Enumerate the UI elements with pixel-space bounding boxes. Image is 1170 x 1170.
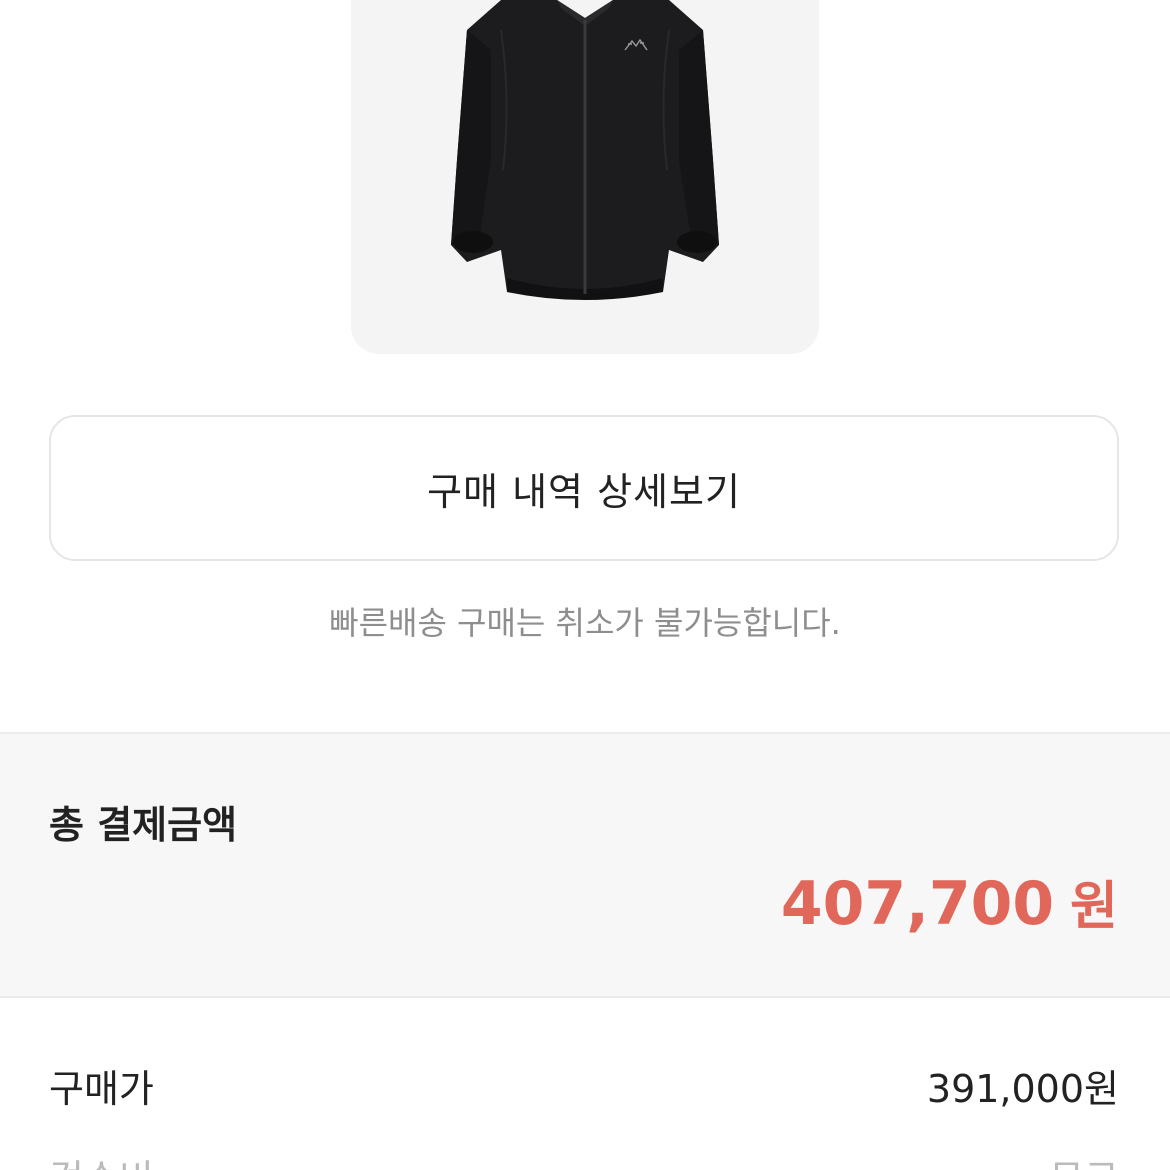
purchase-price-row: 구매가 391,000원 — [49, 1058, 1119, 1113]
total-payment-section: 총 결제금액 407,700 원 — [0, 732, 1170, 998]
brand-bird-icon — [624, 38, 648, 51]
product-image-card — [351, 0, 819, 354]
total-amount-unit: 원 — [1070, 877, 1118, 937]
purchase-price-label: 구매가 — [49, 1067, 154, 1111]
purchase-complete-page: 구매 내역 상세보기 빠른배송 구매는 취소가 불가능합니다. 총 결제금액 4… — [0, 0, 1170, 1170]
inspection-fee-value: 무료 — [1049, 1148, 1119, 1170]
inspection-fee-label: 검수비 — [49, 1148, 154, 1170]
purchase-detail-button[interactable]: 구매 내역 상세보기 — [49, 415, 1119, 561]
total-payment-label: 총 결제금액 — [49, 803, 238, 847]
purchase-price-value: 391,000원 — [926, 1067, 1119, 1111]
total-payment-amount: 407,700 원 — [781, 864, 1118, 939]
jacket-image — [451, 0, 719, 300]
cancel-notice: 빠른배송 구매는 취소가 불가능합니다. — [329, 604, 841, 642]
total-amount-value: 407,700 — [780, 869, 1055, 939]
inspection-fee-row: 검수비 무료 — [49, 1148, 1119, 1170]
